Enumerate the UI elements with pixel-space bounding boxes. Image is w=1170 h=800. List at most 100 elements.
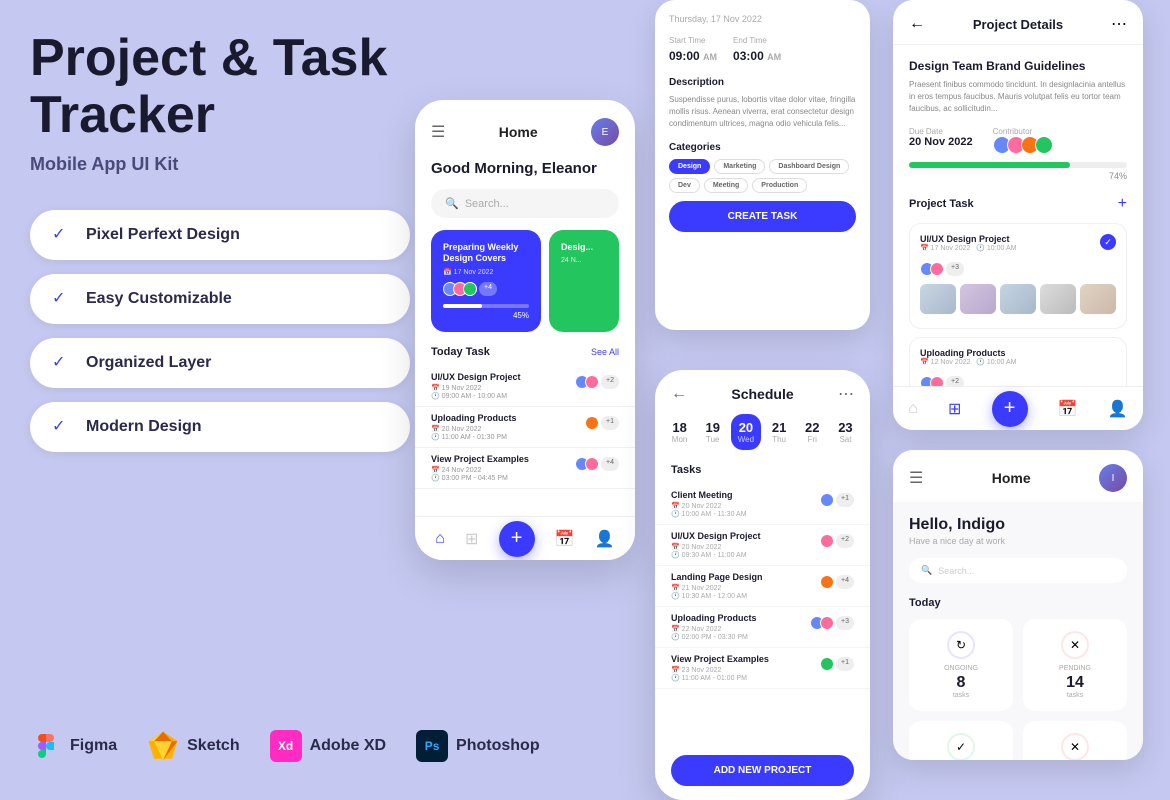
check-icon-2: ✓ bbox=[52, 288, 74, 310]
more-schedule-icon[interactable]: ⋯ bbox=[838, 384, 854, 404]
hamburger-icon[interactable]: ☰ bbox=[431, 122, 445, 142]
task-row-1[interactable]: UI/UX Design Project 📅 19 Nov 2022 🕐 09:… bbox=[415, 366, 635, 407]
project-task-header: Project Task + bbox=[909, 195, 1127, 213]
grid-nav-icon[interactable]: ⊞ bbox=[465, 529, 478, 549]
task-row-3[interactable]: View Project Examples 📅 24 Nov 2022 🕐 03… bbox=[415, 448, 635, 489]
end-time-label: End Time bbox=[733, 36, 781, 45]
phone-greeting: Good Morning, Eleanor bbox=[415, 156, 635, 189]
home-search-placeholder: Search... bbox=[938, 566, 974, 576]
date-22[interactable]: 22 Fri bbox=[798, 414, 827, 450]
st3-avatars: +4 bbox=[820, 575, 854, 589]
details-body: Design Team Brand Guidelines Praesent fi… bbox=[893, 45, 1143, 430]
task-time-1: 🕐 09:00 AM - 10:00 AM bbox=[431, 392, 521, 400]
categories-title: Categories bbox=[669, 142, 856, 153]
project-task-label: Project Task bbox=[909, 198, 974, 210]
create-task-button[interactable]: CREATE TASK bbox=[669, 201, 856, 232]
calendar-detail-icon[interactable]: 📅 bbox=[1058, 399, 1078, 419]
pending-icon: ✕ bbox=[1061, 631, 1089, 659]
schedule-task-3[interactable]: Landing Page Design 📅 21 Nov 2022 🕐 10:3… bbox=[655, 566, 870, 607]
avatar-plus: +4 bbox=[479, 282, 497, 296]
tools-bar: Figma Sketch Xd Adobe XD Ps Photoshop bbox=[30, 730, 540, 762]
st5-avatars: +1 bbox=[820, 657, 854, 671]
feature-text-3: Organized Layer bbox=[86, 354, 211, 372]
back-schedule-icon[interactable]: ← bbox=[671, 385, 687, 403]
more-icon[interactable]: ⋯ bbox=[1111, 14, 1127, 34]
cat-production[interactable]: Production bbox=[752, 178, 807, 193]
thumb-3 bbox=[1000, 284, 1036, 314]
st4-info: Uploading Products 📅 22 Nov 2022 🕐 02:00… bbox=[671, 613, 757, 641]
due-date-group: Due Date 20 Nov 2022 bbox=[909, 127, 973, 154]
tasks-label: Tasks bbox=[655, 464, 870, 484]
task-card-1[interactable]: UI/UX Design Project 📅 17 Nov 2022 🕐 10:… bbox=[909, 223, 1127, 329]
grid-detail-icon[interactable]: ⊞ bbox=[948, 399, 961, 419]
card-blue[interactable]: Preparing Weekly Design Covers 📅 17 Nov … bbox=[431, 230, 541, 332]
task-images bbox=[920, 284, 1116, 314]
task-card-1-info: UI/UX Design Project 📅 17 Nov 2022 🕐 10:… bbox=[920, 234, 1016, 258]
calendar-nav-icon[interactable]: 📅 bbox=[555, 529, 575, 549]
st2-avatars: +2 bbox=[820, 534, 854, 548]
home-search-icon: 🔍 bbox=[921, 565, 932, 576]
ps-icon: Ps bbox=[416, 730, 448, 762]
feature-organized: ✓ Organized Layer bbox=[30, 338, 410, 388]
details-fab[interactable]: + bbox=[992, 391, 1028, 427]
see-all-link[interactable]: See All bbox=[591, 347, 619, 357]
phone-schedule: ← Schedule ⋯ 18 Mon 19 Tue 20 Wed 21 Thu… bbox=[655, 370, 870, 800]
cat-meeting[interactable]: Meeting bbox=[704, 178, 748, 193]
task-meta-3: 📅 24 Nov 2022 bbox=[431, 466, 529, 474]
task-card-2-meta: 📅 12 Nov 2022 🕐 10:00 AM bbox=[920, 358, 1016, 366]
st5-info: View Project Examples 📅 23 Nov 2022 🕐 11… bbox=[671, 654, 769, 682]
schedule-task-1[interactable]: Client Meeting 📅 20 Nov 2022 🕐 10:00 AM … bbox=[655, 484, 870, 525]
tc1-avatars: +3 bbox=[920, 262, 1116, 276]
phone-search[interactable]: 🔍 Search... bbox=[431, 189, 619, 218]
home-hamburger-icon[interactable]: ☰ bbox=[909, 468, 923, 488]
schedule-task-4[interactable]: Uploading Products 📅 22 Nov 2022 🕐 02:00… bbox=[655, 607, 870, 648]
cat-dashboard[interactable]: Dashboard Design bbox=[769, 159, 849, 174]
home-detail-icon[interactable]: ⌂ bbox=[908, 400, 918, 418]
add-project-button[interactable]: ADD NEW PROJECT bbox=[671, 755, 854, 786]
schedule-task-2[interactable]: UI/UX Design Project 📅 20 Nov 2022 🕐 09:… bbox=[655, 525, 870, 566]
card-title: Preparing Weekly Design Covers bbox=[443, 242, 529, 264]
time-row: Start Time 09:00 AM End Time 03:00 AM bbox=[669, 36, 856, 65]
cat-dev[interactable]: Dev bbox=[669, 178, 700, 193]
home-panel-header: ☰ Home I bbox=[893, 450, 1143, 502]
check-icon-4: ✓ bbox=[52, 416, 74, 438]
profile-nav-icon[interactable]: 👤 bbox=[595, 529, 615, 549]
date-18[interactable]: 18 Mon bbox=[665, 414, 694, 450]
home-search[interactable]: 🔍 Search... bbox=[909, 558, 1127, 583]
main-title: Project & TaskTracker bbox=[30, 30, 410, 144]
project-name: Design Team Brand Guidelines bbox=[909, 59, 1127, 73]
task-info-2: Uploading Products 📅 20 Nov 2022 🕐 11:00… bbox=[431, 413, 517, 441]
fab-add-button[interactable]: + bbox=[499, 521, 535, 557]
due-date-label: Due Date bbox=[909, 127, 973, 136]
back-icon[interactable]: ← bbox=[909, 15, 925, 33]
home-avatar: I bbox=[1099, 464, 1127, 492]
ta2 bbox=[585, 375, 599, 389]
add-task-icon[interactable]: + bbox=[1118, 195, 1127, 213]
task-name-3: View Project Examples bbox=[431, 454, 529, 464]
feature-list: ✓ Pixel Perfext Design ✓ Easy Customizab… bbox=[30, 210, 410, 452]
feature-pixel: ✓ Pixel Perfext Design bbox=[30, 210, 410, 260]
ongoing-icon: ↻ bbox=[947, 631, 975, 659]
search-icon: 🔍 bbox=[445, 197, 459, 210]
task-card-1-meta: 📅 17 Nov 2022 🕐 10:00 AM bbox=[920, 244, 1016, 252]
stat-completed: ✓ COMPLETED 24 tasks bbox=[909, 721, 1013, 760]
date-21[interactable]: 21 Thu bbox=[765, 414, 794, 450]
home-nav-icon[interactable]: ⌂ bbox=[435, 530, 445, 548]
stat-pending: ✕ PENDING 14 tasks bbox=[1023, 619, 1127, 711]
card-avatars: +4 bbox=[443, 282, 529, 296]
stats-grid: ↻ ONGOING 8 tasks ✕ PENDING 14 tasks ✓ C… bbox=[909, 619, 1127, 760]
schedule-task-5[interactable]: View Project Examples 📅 23 Nov 2022 🕐 11… bbox=[655, 648, 870, 689]
date-20[interactable]: 20 Wed bbox=[731, 414, 760, 450]
card-green[interactable]: Desig... 24 N... bbox=[549, 230, 619, 332]
bottom-nav: ⌂ ⊞ + 📅 👤 bbox=[415, 516, 635, 560]
task-row-2[interactable]: Uploading Products 📅 20 Nov 2022 🕐 11:00… bbox=[415, 407, 635, 448]
cat-design[interactable]: Design bbox=[669, 159, 710, 174]
date-23[interactable]: 23 Sat bbox=[831, 414, 860, 450]
date-19[interactable]: 19 Tue bbox=[698, 414, 727, 450]
cat-marketing[interactable]: Marketing bbox=[714, 159, 765, 174]
task-meta-2: 📅 20 Nov 2022 bbox=[431, 425, 517, 433]
task-name-2: Uploading Products bbox=[431, 413, 517, 423]
profile-detail-icon[interactable]: 👤 bbox=[1108, 399, 1128, 419]
project-desc: Praesent finibus commodo tincidunt. In d… bbox=[909, 79, 1127, 115]
check-icon-1: ✓ bbox=[52, 224, 74, 246]
